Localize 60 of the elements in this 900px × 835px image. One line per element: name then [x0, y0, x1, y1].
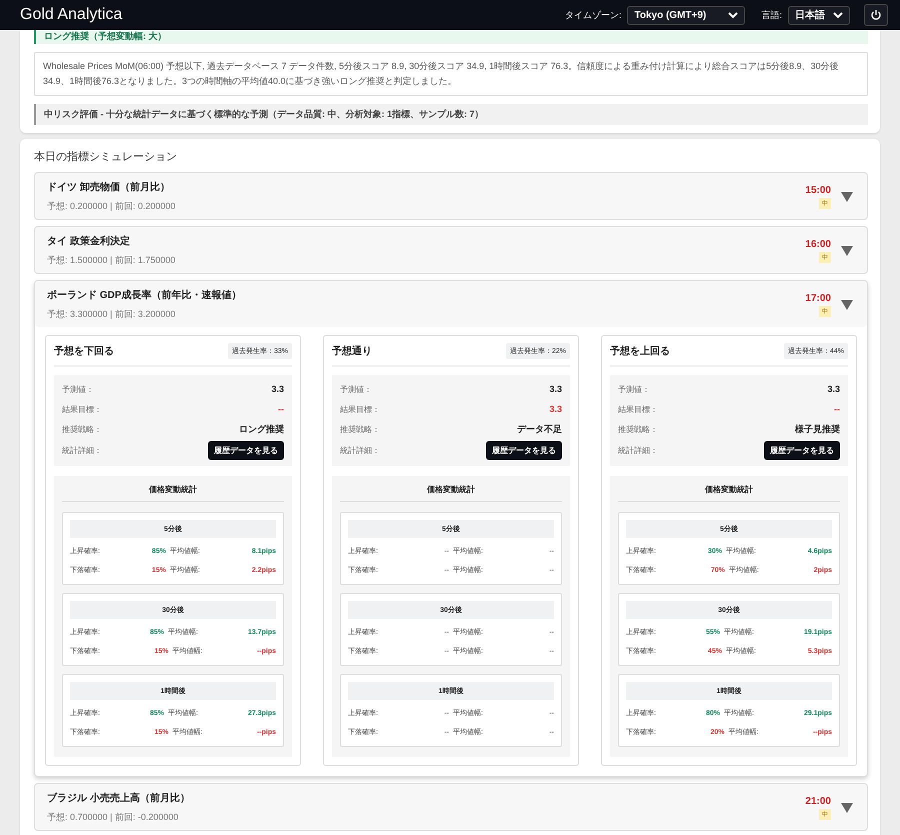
event-forecast: 予想: 0.700000 | 前回: -0.200000 [47, 811, 180, 824]
recommendation-text: ロング推奨（予想変動幅: 大） [44, 31, 166, 41]
detail-value: -- [278, 404, 284, 414]
detail-label: 統計詳細： [340, 445, 380, 456]
detail-label: 統計詳細： [62, 445, 102, 456]
triangle-icon[interactable] [841, 192, 853, 202]
history-button[interactable]: 履歴データを見る [764, 441, 840, 460]
detail-value: -- [834, 404, 840, 414]
detail-label: 統計詳細： [618, 445, 658, 456]
detail-label: 結果目標： [618, 404, 658, 414]
triangle-icon[interactable] [841, 802, 853, 812]
detail-label: 推奨戦略： [62, 424, 102, 434]
detail-value: データ不足 [517, 422, 562, 436]
detail-label: 推奨戦略： [340, 424, 380, 434]
detail-label: 予測値： [618, 384, 650, 394]
detail-value: 3.3 [549, 384, 562, 394]
risk-assessment: 中リスク評価 - 十分な統計データに基づく標準的な予測（データ品質: 中、分析対象: 1指標、サンプル数: 7） [34, 104, 868, 125]
detail-label: 推奨戦略： [618, 424, 658, 434]
language-label: 言語: [761, 8, 782, 22]
detail-value: ロング推奨 [239, 422, 284, 436]
detail-value: 3.3 [271, 384, 284, 394]
detail-value: 3.3 [827, 384, 840, 394]
language-select[interactable]: 日本語 [788, 6, 850, 24]
history-button[interactable]: 履歴データを見る [486, 441, 562, 460]
chevron-icon [833, 12, 843, 18]
event-name: ブラジル 小売売上高（前月比） [47, 791, 190, 805]
timezone-select[interactable]: Tokyo (GMT+9) [627, 6, 746, 24]
event-forecast: 予想: 1.500000 | 前回: 1.750000 [47, 254, 176, 267]
event-name: タイ 政策金利決定 [47, 234, 131, 248]
event-forecast: 予想: 3.300000 | 前回: 3.200000 [47, 308, 176, 321]
section-title: 本日の指標シミュレーション [34, 150, 178, 164]
power-icon [870, 9, 882, 21]
event-time: 15:00 [805, 184, 831, 196]
detail-value: 3.3 [549, 404, 562, 414]
event-time: 17:00 [805, 292, 831, 304]
detail-label: 結果目標： [62, 404, 102, 414]
triangle-icon[interactable] [841, 300, 853, 310]
event-name: ドイツ 卸売物価（前月比） [47, 180, 171, 194]
triangle-icon[interactable] [841, 246, 853, 256]
history-button[interactable]: 履歴データを見る [208, 441, 284, 460]
power-button[interactable] [864, 4, 888, 26]
event-time: 21:00 [805, 796, 831, 806]
analysis-explanation: Wholesale Prices MoM(06:00) 予想以下, 過去データベース 7 データ件数, 5分後スコア 8.9, 30分後スコア 34.9, 1時間後スコア 76.3。信頼度による重み付け計算により総合スコアは5分後8.9、30分後34.9、1時間後76.3となりました。3つの時間軸の平均値40.0に基づき強いロング推奨と判定しました。 [34, 52, 868, 96]
brand-name: Gold Analytica [20, 6, 122, 24]
stats-title: 価格変動統計 [618, 484, 840, 502]
scenario-title: 予想を下回る [54, 344, 114, 358]
event-name: ポーランド GDP成長率（前年比・速報値） [47, 288, 242, 302]
detail-label: 予測値： [340, 384, 372, 394]
scenario-title: 予想通り [332, 344, 372, 358]
stats-title: 価格変動統計 [62, 484, 284, 502]
detail-label: 結果目標： [340, 404, 380, 414]
event-card[interactable] [34, 280, 868, 777]
chevron-icon [728, 12, 738, 18]
detail-value: 様子見推奨 [795, 422, 840, 436]
event-time: 16:00 [805, 238, 831, 250]
timezone-label: タイムゾーン: [564, 8, 622, 22]
scenario-title: 予想を上回る [610, 344, 670, 358]
detail-label: 予測値： [62, 384, 94, 394]
stats-title: 価格変動統計 [340, 484, 562, 502]
event-forecast: 予想: 0.200000 | 前回: 0.200000 [47, 200, 176, 213]
